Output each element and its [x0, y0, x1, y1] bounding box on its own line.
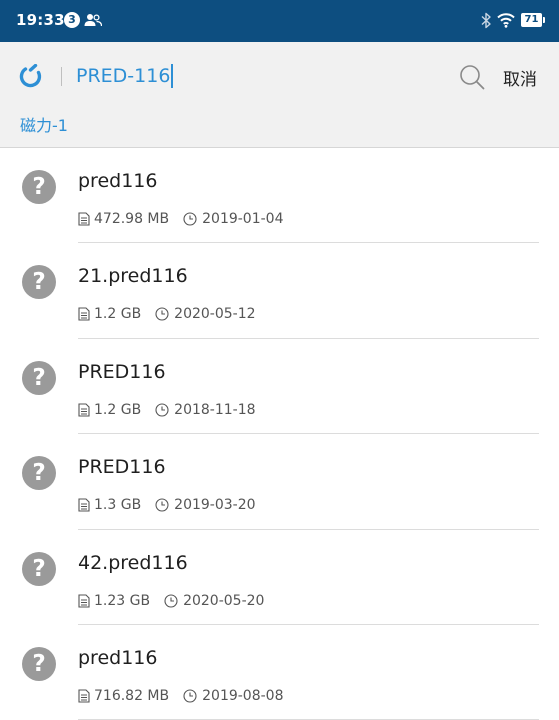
clock-icon [183, 212, 197, 226]
file-icon [78, 594, 90, 608]
clock-icon [183, 689, 197, 703]
people-icon [84, 14, 102, 27]
item-title: PRED116 [78, 360, 166, 383]
item-meta: 472.98 MB 2019-01-04 [78, 210, 284, 228]
file-icon [78, 307, 90, 321]
file-icon [78, 403, 90, 417]
search-icon[interactable] [459, 64, 485, 90]
search-header: 取消 磁力-1 [0, 42, 559, 148]
file-date: 2019-03-20 [174, 497, 256, 514]
file-icon [78, 212, 90, 226]
file-date: 2020-05-20 [183, 592, 265, 609]
item-title: PRED116 [78, 456, 166, 479]
file-date: 2018-11-18 [174, 401, 256, 418]
file-size: 1.2 GB [94, 401, 142, 418]
clock-icon [155, 307, 169, 321]
file-size: 1.23 GB [94, 592, 151, 609]
clock-icon [164, 594, 178, 608]
unknown-file-icon: ? [22, 170, 56, 204]
item-title: pred116 [78, 646, 158, 669]
item-title: 42.pred116 [78, 551, 188, 574]
item-title: 21.pred116 [78, 265, 188, 288]
list-item[interactable]: ? PRED116 1.3 GB 2019-03-20 [0, 434, 559, 530]
unknown-file-icon: ? [22, 646, 56, 681]
file-size: 1.2 GB [94, 306, 142, 323]
magnet-icon[interactable] [18, 64, 44, 88]
item-meta: 1.2 GB 2020-05-12 [78, 305, 256, 323]
list-item[interactable]: ? pred116 472.98 MB 2019-01-04 [0, 148, 559, 244]
search-input[interactable] [76, 60, 446, 92]
file-size: 716.82 MB [94, 687, 170, 704]
file-date: 2020-05-12 [174, 306, 256, 323]
header-divider [61, 67, 62, 86]
item-title: pred116 [78, 170, 158, 192]
file-size: 1.3 GB [94, 497, 142, 514]
status-bar: 19:33 3 71 [0, 0, 559, 42]
notification-badge: 3 [64, 12, 80, 28]
file-icon [78, 498, 90, 512]
bluetooth-icon [481, 12, 491, 29]
unknown-file-icon: ? [22, 456, 56, 491]
battery-icon: 71 [521, 13, 545, 27]
unknown-file-icon: ? [22, 265, 56, 300]
list-item[interactable]: ? 42.pred116 1.23 GB 2020-05-20 [0, 530, 559, 625]
file-date: 2019-01-04 [202, 211, 284, 227]
item-meta: 716.82 MB 2019-08-08 [78, 687, 284, 705]
cancel-button[interactable]: 取消 [503, 65, 537, 90]
file-icon [78, 689, 90, 703]
text-cursor [171, 64, 174, 88]
file-size: 472.98 MB [94, 211, 170, 227]
item-meta: 1.3 GB 2019-03-20 [78, 496, 256, 514]
list-item[interactable]: ? 21.pred116 1.2 GB 2020-05-12 [0, 243, 559, 339]
unknown-file-icon: ? [22, 551, 56, 586]
status-time: 19:33 [16, 11, 65, 29]
wifi-icon [497, 13, 515, 28]
item-meta: 1.2 GB 2018-11-18 [78, 401, 256, 419]
item-meta: 1.23 GB 2020-05-20 [78, 592, 264, 610]
unknown-file-icon: ? [22, 360, 56, 395]
file-date: 2019-08-08 [202, 687, 284, 704]
list-item[interactable]: ? PRED116 1.2 GB 2018-11-18 [0, 339, 559, 435]
clock-icon [155, 498, 169, 512]
clock-icon [155, 403, 169, 417]
result-list: ? pred116 472.98 MB 2019-01-04 ? 21.pred… [0, 148, 559, 720]
tab-magnet-1[interactable]: 磁力-1 [20, 112, 68, 136]
list-item[interactable]: ? pred116 716.82 MB 2019-08-08 [0, 625, 559, 720]
